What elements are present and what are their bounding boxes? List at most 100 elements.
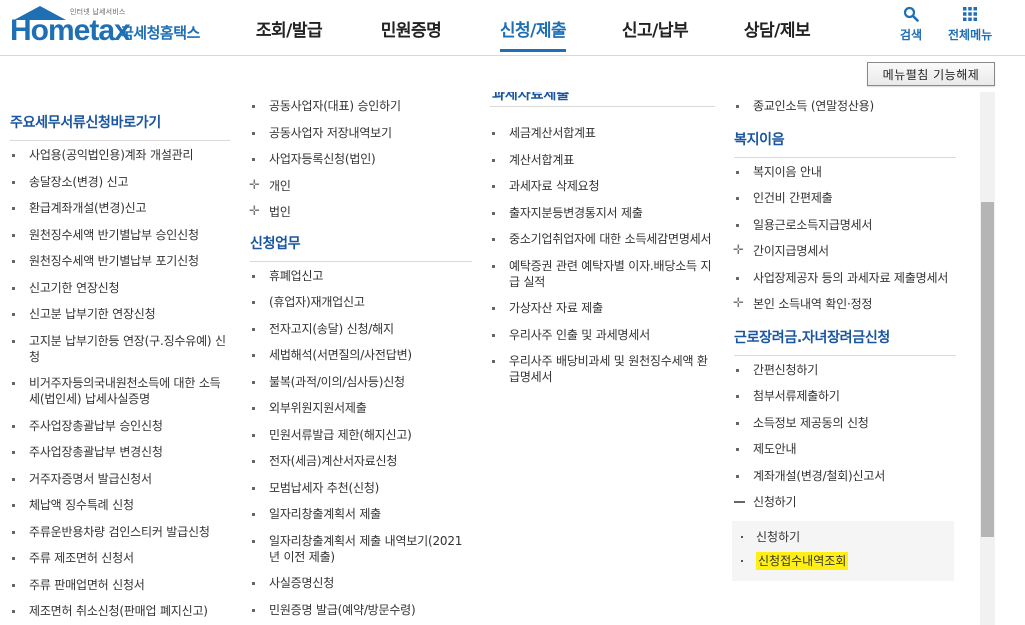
list-item-label: 가상자산 자료 제출 xyxy=(509,301,603,315)
hometax-logo[interactable]: 인터넷 납세서비스 Hometax 국세청홈택스 xyxy=(8,4,208,48)
list-item[interactable]: 민원서류발급 제한(해지신고) xyxy=(250,427,472,443)
welfare-list: 복지이음 안내인건비 간편제출일용근로소득지급명세서 ✛ 간이지급명세서사업장제공자… xyxy=(733,164,956,313)
bullet-icon xyxy=(252,433,255,437)
submenu-item-application-history[interactable]: 신청접수내역조회 xyxy=(740,551,954,570)
list-item[interactable]: 일용근로소득지급명세서 xyxy=(734,217,956,233)
list-item[interactable]: (휴업자)재개업신고 xyxy=(250,294,472,310)
list-item[interactable]: 비거주자등의국내원천소득에 대한 소득세(법인세) 납세사실증명 xyxy=(10,375,230,407)
list-item-label: 체납액 징수특례 신청 xyxy=(29,498,134,512)
list-item[interactable]: 원천징수세액 반기별납부 승인신청 xyxy=(10,227,230,243)
grid-menu-icon xyxy=(963,7,978,21)
bullet-icon xyxy=(252,380,255,384)
list-item[interactable]: 출자지분등변경통지서 제출 xyxy=(490,205,715,221)
bullet-icon xyxy=(252,513,255,516)
all-menu-button[interactable]: 전체메뉴 xyxy=(948,6,992,43)
list-item[interactable]: 공동사업자 저장내역보기 xyxy=(250,125,472,141)
search-button[interactable]: 검색 xyxy=(900,6,922,43)
list-item[interactable]: 주류운반용차량 검인스티커 발급신청 xyxy=(10,524,230,540)
vertical-scrollbar-thumb[interactable] xyxy=(981,202,994,537)
list-item[interactable]: 불복(과적/이의/심사등)신청 xyxy=(250,374,472,390)
list-item[interactable]: 체납액 징수특례 신청 xyxy=(10,497,230,513)
list-item[interactable]: 복지이음 안내 xyxy=(734,164,956,180)
list-item[interactable]: 송달장소(변경) 신고 xyxy=(10,174,230,190)
list-item[interactable]: 세법해석(서면질의/사전답변) xyxy=(250,347,472,363)
bullet-icon xyxy=(252,608,255,612)
list-item[interactable]: 공동사업자(대표) 승인하기 xyxy=(250,98,472,114)
list-item[interactable]: 제조면허 취소신청(판매업 폐지신고) xyxy=(10,603,230,619)
list-item[interactable]: 주류 제조면허 신청서 xyxy=(10,550,230,566)
apply-work-list: 휴폐업신고 (휴업자)재개업신고전자고지(송달) 신청/해지세법해석(서면질의/사… xyxy=(250,268,472,618)
list-item[interactable]: 세금계산서합계표 xyxy=(490,125,715,141)
list-item[interactable]: ✛ 본인 소득내역 확인·정정 xyxy=(733,296,956,312)
list-item[interactable]: 계산서합계표 xyxy=(490,152,715,168)
bullet-icon xyxy=(736,421,739,425)
list-item[interactable]: 외부위원지원서제출 xyxy=(250,400,472,416)
list-item[interactable]: 원천징수세액 반기별납부 포기신청 xyxy=(10,253,230,269)
list-item-label: 민원서류발급 제한(해지신고) xyxy=(269,427,412,442)
menu-expand-toggle-button[interactable]: 메뉴펼침 기능해제 xyxy=(867,62,995,86)
list-item-label: 원천징수세액 반기별납부 포기신청 xyxy=(29,254,199,268)
nav-civil-certificate[interactable]: 민원증명 xyxy=(350,0,472,56)
list-item[interactable]: 간편신청하기 xyxy=(734,362,956,378)
list-item[interactable]: 환급계좌개설(변경)신고 xyxy=(10,200,230,216)
list-item[interactable]: ✛ 법인 xyxy=(249,204,472,220)
list-item[interactable]: 예탁증권 관련 예탁자별 이자.배당소득 지급 실적 xyxy=(490,258,715,290)
list-item[interactable]: 전자고지(송달) 신청/해지 xyxy=(250,321,472,337)
list-item[interactable]: 모범납세자 추천(신청) xyxy=(250,480,472,496)
list-item-label: 비거주자등의국내원천소득에 대한 소득세(법인세) 납세사실증명 xyxy=(29,376,221,406)
nav-report-pay[interactable]: 신고/납부 xyxy=(594,0,716,56)
nav-inquiry-issue[interactable]: 조회/발급 xyxy=(228,0,350,56)
list-item[interactable]: 일자리창출계획서 제출 내역보기(2021년 이전 제출) xyxy=(250,533,472,565)
list-item-label: 제조면허 취소신청(판매업 폐지신고) xyxy=(29,604,208,618)
list-item[interactable]: 종교인소득 (연말정산용) xyxy=(734,98,956,114)
list-item[interactable]: 사실증명신청 xyxy=(250,575,472,591)
list-item[interactable]: 가상자산 자료 제출 xyxy=(490,300,715,316)
submenu-item-apply[interactable]: 신청하기 xyxy=(740,529,954,545)
list-item-label: 모범납세자 추천(신청) xyxy=(269,480,380,495)
list-item-label: 거주자증명서 발급신청서 xyxy=(29,471,152,486)
list-item[interactable]: 일자리창출계획서 제출 xyxy=(250,506,472,522)
bullet-icon xyxy=(492,185,495,188)
list-item[interactable]: 신고기한 연장신청 xyxy=(10,280,230,296)
list-item[interactable]: 주류 판매업면허 신청서 xyxy=(10,577,230,593)
list-item-label: 소득정보 제공동의 신청 xyxy=(753,415,869,430)
list-item[interactable]: 휴폐업신고 xyxy=(250,268,472,284)
list-item-label: 고지분 납부기한등 연장(구.징수유예) 신청 xyxy=(29,333,226,364)
list-item[interactable]: 신고분 납부기한 연장신청 xyxy=(10,306,230,322)
list-item[interactable]: 소득정보 제공동의 신청 xyxy=(734,415,956,431)
list-item[interactable]: 첨부서류제출하기 xyxy=(734,388,956,404)
tax-data-submission-list: 세금계산서합계표계산서합계표과세자료 삭제요청출자지분등변경통지서 제출중소기업… xyxy=(490,125,715,385)
list-item[interactable]: 계좌개설(변경/철회)신고서 xyxy=(734,468,956,484)
list-item[interactable]: 우리사주 인출 및 과세명세서 xyxy=(490,327,715,343)
list-item-label: 인건비 간편제출 xyxy=(753,191,833,205)
list-item[interactable]: 인건비 간편제출 xyxy=(734,190,956,206)
bullet-icon xyxy=(736,368,739,372)
bullet-icon xyxy=(252,105,255,108)
list-item[interactable]: 주사업장총괄납부 변경신청 xyxy=(10,444,230,460)
list-item[interactable]: 거주자증명서 발급신청서 xyxy=(10,471,230,487)
list-item-label: 일자리창출계획서 제출 내역보기(2021년 이전 제출) xyxy=(269,533,463,564)
list-item[interactable]: 사업용(공익법인용)계좌 개설관리 xyxy=(10,147,230,163)
list-item-label: 사실증명신청 xyxy=(269,576,335,590)
list-item[interactable]: 주사업장총괄납부 승인신청 xyxy=(10,418,230,434)
list-item[interactable]: ✛ 간이지급명세서 xyxy=(733,243,956,259)
bullet-icon xyxy=(12,451,15,454)
list-item[interactable]: 민원증명 발급(예약/방문수령) xyxy=(250,602,472,618)
list-item-label: 우리사주 배당비과세 및 원천징수세액 환급명세서 xyxy=(509,354,708,384)
list-item[interactable]: 신청하기 xyxy=(734,494,956,510)
list-item[interactable]: 전자(세금)계산서자료신청 xyxy=(250,453,472,469)
list-item[interactable]: 제도안내 xyxy=(734,441,956,457)
list-item-label: 공동사업자(대표) 승인하기 xyxy=(269,99,401,113)
list-item[interactable]: ✛ 개인 xyxy=(249,178,472,194)
dot-icon xyxy=(741,535,743,538)
list-item[interactable]: 중소기업취업자에 대한 소득세감면명세서 xyxy=(490,231,715,247)
nav-consult-report[interactable]: 상담/제보 xyxy=(716,0,838,56)
list-item[interactable]: 고지분 납부기한등 연장(구.징수유예) 신청 xyxy=(10,333,230,365)
list-item-label: 주사업장총괄납부 승인신청 xyxy=(29,418,163,433)
nav-apply-submit[interactable]: 신청/제출 xyxy=(472,0,594,56)
list-item[interactable]: 사업자등록신청(법인) xyxy=(250,151,472,167)
list-item[interactable]: 사업장제공자 등의 과세자료 제출명세서 xyxy=(734,270,956,286)
list-item[interactable]: 과세자료 삭제요청 xyxy=(490,178,715,194)
list-item[interactable]: 우리사주 배당비과세 및 원천징수세액 환급명세서 xyxy=(490,353,715,385)
submenu-item-label: 신청접수내역조회 xyxy=(756,551,849,570)
